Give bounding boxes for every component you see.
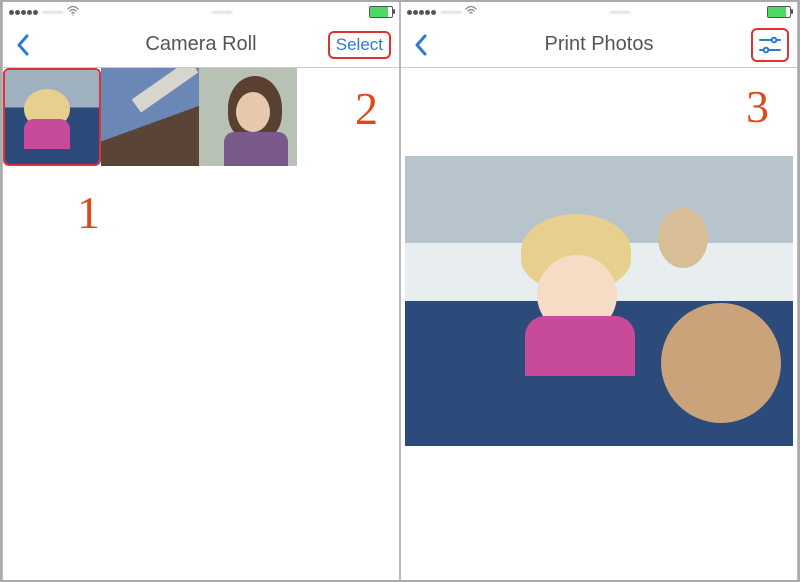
preview-photo-girl-on-bus[interactable] <box>405 156 793 446</box>
nav-bar: Camera Roll Select <box>3 22 399 68</box>
status-bar: —— —— <box>3 2 399 22</box>
wifi-icon <box>465 6 477 19</box>
signal-dots-icon <box>9 7 39 18</box>
clock: —— <box>79 7 365 18</box>
back-button[interactable] <box>11 33 35 57</box>
battery-icon <box>767 6 791 18</box>
page-title: Print Photos <box>401 33 797 56</box>
thumbnail-photo-girl-on-bus[interactable] <box>3 68 101 166</box>
phone-screen-print-photos: —— —— Print Photos <box>400 2 798 580</box>
print-settings-button[interactable] <box>751 28 789 62</box>
chevron-left-icon <box>414 34 428 56</box>
status-bar: —— —— <box>401 2 797 22</box>
carrier-label: —— <box>441 7 461 18</box>
annotation-1: 1 <box>77 186 100 239</box>
signal-dots-icon <box>407 7 437 18</box>
back-button[interactable] <box>409 33 433 57</box>
select-button[interactable]: Select <box>328 31 391 59</box>
clock: —— <box>477 7 763 18</box>
annotation-2: 2 <box>355 82 378 135</box>
thumbnail-grid <box>3 68 399 166</box>
sliders-icon <box>758 35 782 55</box>
annotation-3: 3 <box>746 80 769 133</box>
carrier-label: —— <box>43 7 63 18</box>
wifi-icon <box>67 6 79 19</box>
thumbnail-photo-woman-portrait[interactable] <box>199 68 297 166</box>
photo-preview-area <box>401 68 797 450</box>
chevron-left-icon <box>16 34 30 56</box>
phone-screen-camera-roll: —— —— Camera Roll Select 1 2 <box>2 2 400 580</box>
nav-bar: Print Photos <box>401 22 797 68</box>
battery-icon <box>369 6 393 18</box>
thumbnail-photo-bridge[interactable] <box>101 68 199 166</box>
